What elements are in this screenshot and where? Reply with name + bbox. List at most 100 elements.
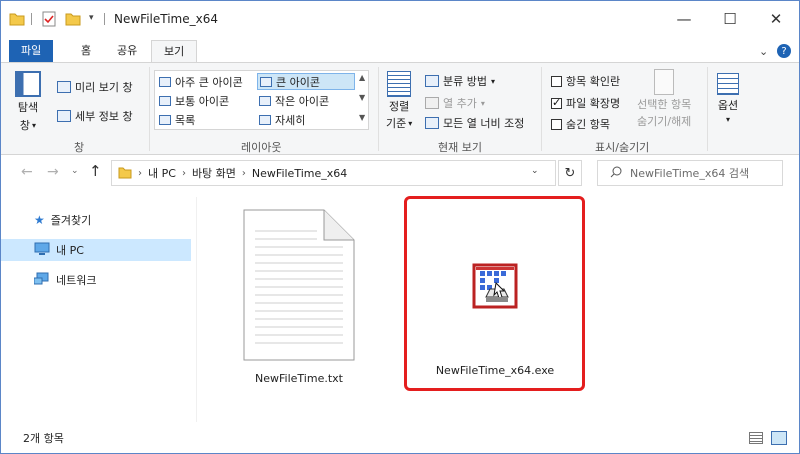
recent-locations-icon[interactable]: ⌄: [71, 166, 79, 176]
gallery-scroll-down-icon[interactable]: ▼: [359, 93, 365, 102]
ribbon: 탐색 창 ▾ 미리 보기 창 세부 정보 창 창 아주 큰 아이콘 큰 아이콘 보…: [1, 62, 799, 155]
navigation-pane-icon: [15, 71, 41, 97]
forward-arrow-icon[interactable]: →: [47, 164, 59, 180]
breadcrumb-separator-icon: ›: [241, 167, 246, 179]
layout-icon: [260, 76, 272, 87]
star-icon: ★: [34, 213, 45, 227]
customize-toolbar-icon[interactable]: ▾: [89, 13, 94, 29]
tab-file[interactable]: 파일: [9, 40, 54, 63]
gallery-expand-icon[interactable]: ▼: [359, 113, 365, 122]
hide-selected-button[interactable]: 선택한 항목 숨기기/해제: [637, 69, 691, 129]
group-label-show-hide: 표시/숨기기: [595, 141, 650, 154]
tab-view[interactable]: 보기: [151, 40, 198, 63]
breadcrumb-separator-icon: ›: [181, 167, 186, 179]
nav-item-this-pc[interactable]: 내 PC: [1, 239, 191, 261]
divider: [31, 13, 32, 25]
options-label: 옵션: [717, 99, 739, 112]
details-view-icon[interactable]: [749, 432, 763, 444]
file-item-exe[interactable]: NewFileTime_x64.exe: [415, 263, 575, 377]
pane-splitter[interactable]: [196, 197, 197, 422]
sort-by-icon: [387, 71, 412, 97]
folder-icon: [118, 165, 132, 182]
preview-pane-button[interactable]: 미리 보기 창: [57, 79, 133, 95]
file-extensions-toggle[interactable]: 파일 확장명: [551, 95, 620, 111]
network-icon: [33, 272, 50, 289]
file-extensions-label: 파일 확장명: [566, 97, 621, 110]
help-icon[interactable]: ?: [777, 44, 791, 58]
divider: [104, 13, 105, 25]
add-columns-icon: [425, 97, 439, 109]
layout-icon: [159, 76, 171, 87]
layout-large-icons[interactable]: 큰 아이콘: [257, 73, 355, 90]
text-document-icon: [243, 209, 355, 364]
breadcrumb-this-pc[interactable]: 내 PC: [148, 165, 176, 181]
layout-small-icons[interactable]: 작은 아이콘: [257, 92, 357, 109]
large-icons-view-icon[interactable]: [771, 431, 787, 445]
app-icon: [472, 263, 518, 312]
maximize-button[interactable]: ☐: [707, 1, 753, 37]
close-button[interactable]: ✕: [753, 1, 799, 37]
add-columns-button[interactable]: 열 추가 ▾: [425, 95, 485, 111]
checkbox: [551, 75, 562, 87]
item-count: 2개 항목: [23, 432, 64, 445]
nav-item-label: 내 PC: [56, 244, 84, 257]
hidden-items-toggle[interactable]: 숨긴 항목: [551, 116, 610, 132]
sort-by-label: 정렬: [389, 100, 410, 113]
group-divider: [149, 67, 150, 151]
nav-item-quick-access[interactable]: ★ 즐겨찾기: [1, 209, 191, 231]
layout-icon: [159, 114, 171, 125]
preview-pane-icon: [57, 81, 71, 93]
group-by-icon: [425, 75, 439, 87]
layout-extra-large-icons[interactable]: 아주 큰 아이콘: [157, 73, 257, 90]
file-name: NewFileTime_x64.exe: [435, 364, 555, 377]
hide-selected-label-2: 숨기기/해제: [637, 115, 692, 128]
tab-home[interactable]: 홈: [69, 40, 103, 63]
breadcrumb-desktop[interactable]: 바탕 화면: [192, 165, 236, 181]
group-divider: [378, 67, 379, 151]
layout-details[interactable]: 자세히: [257, 111, 357, 128]
expand-ribbon-icon[interactable]: ⌄: [759, 45, 768, 58]
layout-icon: [159, 95, 171, 106]
group-label-pane: 창: [74, 141, 85, 154]
layout-gallery: 아주 큰 아이콘 큰 아이콘 보통 아이콘 작은 아이콘 목록 자세히 ▲ ▼ …: [154, 70, 369, 130]
details-pane-button[interactable]: 세부 정보 창: [57, 108, 133, 124]
title-bar: ▾ NewFileTime_x64 — ☐ ✕: [1, 1, 799, 37]
properties-icon[interactable]: [41, 11, 57, 27]
navigation-pane-button[interactable]: 탐색 창 ▾: [15, 71, 41, 133]
nav-item-network[interactable]: 네트워크: [1, 269, 191, 291]
sort-by-button[interactable]: 정렬 기준 ▾: [386, 71, 412, 131]
group-label-current-view: 현재 보기: [438, 141, 482, 154]
chevron-down-icon: ▾: [480, 98, 485, 108]
refresh-icon[interactable]: ↻: [558, 160, 582, 186]
new-folder-icon[interactable]: [65, 11, 81, 27]
chevron-down-icon: ▾: [725, 115, 730, 124]
search-box[interactable]: NewFileTime_x64 검색: [597, 160, 783, 186]
details-pane-label: 세부 정보 창: [75, 110, 133, 123]
nav-item-label: 즐겨찾기: [50, 214, 92, 227]
address-bar[interactable]: › 내 PC › 바탕 화면 › NewFileTime_x64: [111, 160, 556, 186]
preview-pane-label: 미리 보기 창: [75, 81, 133, 94]
breadcrumb-current-folder[interactable]: NewFileTime_x64: [252, 167, 347, 180]
address-dropdown-icon[interactable]: ⌄: [531, 166, 539, 176]
layout-medium-icons[interactable]: 보통 아이콘: [157, 92, 257, 109]
sort-by-label-2: 기준 ▾: [386, 117, 413, 130]
checkbox: [551, 118, 562, 130]
tab-share[interactable]: 공유: [105, 40, 149, 63]
layout-icon: [259, 114, 271, 125]
add-columns-label: 열 추가: [443, 97, 477, 110]
gallery-scroll-up-icon[interactable]: ▲: [359, 73, 365, 82]
fit-columns-button[interactable]: 모든 열 너비 조정: [425, 115, 524, 131]
item-checkboxes-label: 항목 확인란: [566, 75, 621, 88]
breadcrumb-separator-icon: ›: [138, 167, 142, 179]
hide-selected-icon: [654, 69, 675, 95]
file-item-text[interactable]: NewFileTime.txt: [229, 209, 369, 385]
back-arrow-icon[interactable]: ←: [21, 164, 33, 180]
group-by-button[interactable]: 분류 방법 ▾: [425, 73, 495, 89]
layout-list[interactable]: 목록: [157, 111, 257, 128]
options-button[interactable]: 옵션 ▾: [717, 73, 739, 124]
minimize-button[interactable]: —: [661, 1, 707, 37]
up-arrow-icon[interactable]: ↑: [89, 162, 102, 180]
fit-columns-icon: [425, 117, 439, 129]
chevron-down-icon: ▾: [490, 76, 495, 86]
item-checkboxes-toggle[interactable]: 항목 확인란: [551, 73, 620, 89]
